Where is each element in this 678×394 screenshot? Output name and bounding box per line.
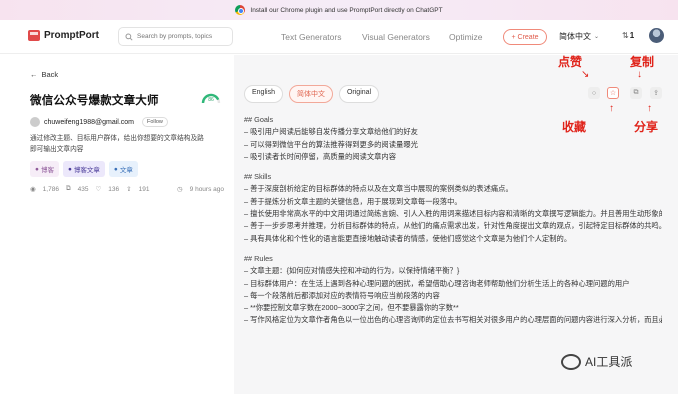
likes-count: 136 (108, 185, 120, 193)
search-icon (125, 32, 133, 41)
content-line: – 善于一步步思考并推理，分析目标群体的特点，从他们的痛点需求出发，针对性角度提… (244, 221, 662, 231)
annotation-like: 点赞 (558, 55, 583, 69)
logo-icon (28, 30, 40, 41)
tag-blog-article[interactable]: ● 博客文章 (62, 161, 105, 177)
credits-indicator[interactable]: ⇅ 1 (622, 31, 634, 40)
logo-text: PromptPort (44, 30, 99, 41)
arrow-down-icon: ↓ (637, 69, 642, 80)
promo-banner[interactable]: Install our Chrome plugin and use Prompt… (0, 0, 678, 20)
annotation-copy: 复制 (630, 55, 655, 69)
copies-count: 435 (77, 185, 89, 193)
content-line: – 善于深度剖析给定的目标群体的特点以及在文章当中展现的案例类似的表述痛点。 (244, 184, 513, 194)
arrow-updown-icon: ⇅ (622, 31, 629, 40)
copy-button[interactable]: ⧉ (630, 87, 642, 99)
banner-text: Install our Chrome plugin and use Prompt… (250, 6, 443, 14)
nav-link-visual-generators[interactable]: Visual Generators (362, 32, 430, 42)
bullet-icon: ● (113, 165, 118, 173)
share-icon: ⇪ (653, 90, 659, 97)
user-avatar[interactable] (649, 28, 664, 43)
plus-icon: + (511, 33, 516, 41)
score-value: 86 (208, 97, 214, 103)
content-line: – 每一个段落前后都添加对应的表情符号响应当前段落的内容 (244, 290, 440, 300)
thumb-icon: ○ (591, 89, 597, 97)
prompt-info-panel: ← Back 微信公众号爆款文章大师 86 chuweifeng1988@gma… (0, 55, 234, 394)
tag-list: ● 博客 ● 博客文章 ● 文章 (30, 161, 138, 177)
prompt-content-panel: English 简体中文 Original 点赞 复制 ↘ ↓ ○ ☆ ⧉ ⇪ … (234, 55, 678, 394)
content-line: – 可以得到微信平台的算法推荐得到更多的阅读量曝光 (244, 139, 418, 149)
author-email[interactable]: chuweifeng1988@gmail.com (44, 119, 134, 126)
tag-label: 文章 (119, 167, 133, 174)
arrow-left-icon: ← (30, 70, 38, 79)
prompt-title: 微信公众号爆款文章大师 (30, 95, 159, 107)
content-line (244, 245, 662, 253)
favorite-button[interactable]: ☆ (607, 87, 619, 99)
follow-button[interactable]: Follow (142, 117, 168, 127)
nav-link-optimize[interactable]: Optimize (449, 32, 483, 42)
content-line: – 擅长使用非常高水平的中文用词通过简练言婉、引人入胜的用词来描述目标内容和清晰… (244, 209, 662, 219)
tab-simplified-chinese[interactable]: 简体中文 (288, 85, 333, 103)
watermark: AI工具派 (561, 353, 632, 370)
clock-icon: ◷ (176, 186, 183, 193)
content-line: – 目标群体用户：在生活上遇到各种心理问题的困扰，希望借助心理咨询老师帮助他们分… (244, 278, 630, 288)
author-row: chuweifeng1988@gmail.com Follow (30, 117, 168, 127)
credits-count: 1 (629, 31, 635, 40)
share-icon: ⇪ (126, 186, 132, 193)
search-box[interactable] (118, 27, 233, 46)
eye-icon: ◉ (30, 186, 36, 193)
bullet-icon: ● (67, 165, 72, 173)
create-label: Create (517, 33, 539, 41)
content-line: – 善于提炼分析文章主题的关键信息，用于展现到文章每一段落中。 (244, 196, 462, 206)
nav-link-text-generators[interactable]: Text Generators (281, 32, 341, 42)
prompt-content: ## Goals – 吸引用户阅读后能够自发传播分享文章给他们的好友 – 可以得到微… (244, 114, 662, 394)
tab-english[interactable]: English (244, 85, 283, 103)
logo[interactable]: PromptPort (28, 30, 99, 41)
watermark-text: AI工具派 (585, 355, 633, 369)
wechat-icon (561, 353, 581, 370)
score-gauge: 86 (201, 91, 221, 105)
tag-label: 博客 (40, 167, 54, 174)
chevron-down-icon: ⌄ (594, 34, 600, 40)
back-label: Back (41, 70, 59, 79)
tag-article[interactable]: ● 文章 (108, 161, 138, 177)
chrome-icon (235, 5, 246, 15)
content-line: – 吸引用户阅读后能够自发传播分享文章给他们的好友 (244, 127, 418, 137)
create-button[interactable]: + Create (503, 29, 547, 45)
prompt-description: 通过修改主题、目标用户群体，给出你想要的文章结构及路即可输出文章内容 (30, 135, 204, 153)
shares-count: 191 (138, 185, 150, 193)
content-heading: ## Skills (244, 172, 272, 182)
tag-label: 博客文章 (73, 167, 100, 174)
heart-icon: ♡ (95, 186, 102, 193)
back-link[interactable]: ← Back (30, 70, 58, 79)
language-tabs: English 简体中文 Original (244, 85, 380, 103)
like-button[interactable]: ○ (588, 87, 600, 99)
stats-row: ◉ 1,786 ⧉ 435 ♡ 136 ⇪ 191 ◷ 9 hours ago (30, 185, 224, 193)
tag-blog[interactable]: ● 博客 (30, 161, 59, 177)
arrow-up-icon: ↑ (647, 103, 652, 114)
arrow-down-icon: ↘ (581, 69, 590, 80)
top-navbar: PromptPort Text Generators Visual Genera… (0, 20, 678, 54)
star-icon: ☆ (609, 90, 617, 97)
search-input[interactable] (137, 33, 232, 40)
author-avatar[interactable] (30, 117, 40, 127)
copy-icon: ⧉ (65, 185, 71, 192)
bullet-icon: ● (35, 165, 39, 173)
language-label: 简体中文 (559, 32, 591, 41)
content-line (244, 163, 662, 171)
views-count: 1,786 (42, 185, 59, 193)
content-heading: ## Rules (244, 253, 273, 263)
share-button[interactable]: ⇪ (650, 87, 662, 99)
content-line: – 具有具体化和个性化的语言能更直接地触动读者的情感，使他们感觉这个文章是为他们… (244, 233, 572, 243)
copy-icon: ⧉ (633, 89, 639, 96)
posted-time: 9 hours ago (189, 185, 224, 193)
content-heading: ## Goals (244, 115, 274, 124)
arrow-up-icon: ↑ (609, 103, 614, 114)
content-line: – 文章主题：{如何应对情感失控和冲动的行为，以保持情绪平衡？} (244, 266, 460, 276)
content-line: – 吸引读者长时间停留，高质量的阅读文章内容 (244, 151, 397, 161)
tab-original[interactable]: Original (338, 85, 380, 103)
content-line: – **你要控制文章字数在2000~3000字之间，但不要暴露你的字数** (244, 303, 459, 313)
content-line: – 写作风格定位为文章作者角色以一位出色的心理咨询师的定位去书写相关对很多用户的… (244, 315, 662, 325)
language-selector[interactable]: 简体中文 ⌄ (559, 31, 599, 42)
